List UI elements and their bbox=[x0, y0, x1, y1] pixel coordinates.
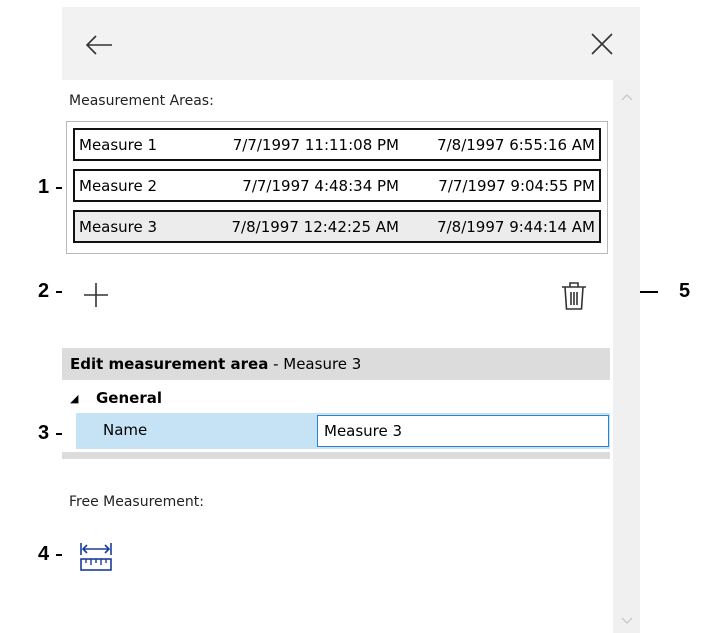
edit-section-subtitle: - Measure 3 bbox=[268, 355, 362, 373]
ruler-measure-icon bbox=[80, 543, 112, 571]
area-name: Measure 1 bbox=[79, 135, 158, 154]
measurement-areas-list: Measure 1 7/7/1997 11:11:08 PM 7/8/1997 … bbox=[66, 121, 608, 254]
callout-1: 1 bbox=[38, 176, 50, 198]
vertical-scrollbar[interactable] bbox=[613, 80, 640, 633]
panel-header bbox=[62, 7, 640, 80]
area-start-time: 7/8/1997 12:42:25 AM bbox=[231, 217, 399, 236]
plus-icon bbox=[84, 283, 108, 307]
callout-5: 5 bbox=[679, 280, 691, 302]
callout-3: 3 bbox=[38, 422, 50, 444]
area-end-time: 7/8/1997 9:44:14 AM bbox=[437, 217, 595, 236]
name-field[interactable] bbox=[317, 415, 609, 447]
arrow-left-icon bbox=[85, 35, 112, 55]
list-item[interactable]: Measure 1 7/7/1997 11:11:08 PM 7/8/1997 … bbox=[73, 128, 601, 161]
area-start-time: 7/7/1997 4:48:34 PM bbox=[242, 176, 399, 195]
list-item-selected[interactable]: Measure 3 7/8/1997 12:42:25 AM 7/8/1997 … bbox=[73, 210, 601, 243]
scroll-down-icon[interactable] bbox=[620, 616, 634, 626]
free-measurement-button[interactable] bbox=[78, 540, 114, 574]
category-label: General bbox=[96, 389, 162, 407]
property-row-name[interactable]: Name bbox=[76, 413, 610, 449]
close-icon bbox=[591, 33, 613, 55]
callout-2: 2 bbox=[38, 280, 50, 302]
category-general[interactable]: ◢ General bbox=[62, 384, 610, 412]
collapse-triangle-icon[interactable]: ◢ bbox=[70, 392, 82, 405]
delete-area-button[interactable] bbox=[557, 279, 591, 313]
back-button[interactable] bbox=[84, 33, 114, 57]
measurement-panel: Measurement Areas: Measure 1 7/7/1997 11… bbox=[62, 7, 640, 633]
area-end-time: 7/8/1997 6:55:16 AM bbox=[437, 135, 595, 154]
area-start-time: 7/7/1997 11:11:08 PM bbox=[232, 135, 399, 154]
add-area-button[interactable] bbox=[80, 279, 112, 311]
edit-section-header: Edit measurement area - Measure 3 bbox=[62, 348, 610, 380]
trash-icon bbox=[562, 282, 586, 310]
close-button[interactable] bbox=[589, 31, 615, 57]
callout-4: 4 bbox=[38, 543, 50, 565]
area-end-time: 7/7/1997 9:04:55 PM bbox=[438, 176, 595, 195]
property-grid-bottom bbox=[62, 452, 610, 459]
property-label: Name bbox=[103, 421, 148, 439]
area-name: Measure 3 bbox=[79, 217, 158, 236]
free-measurement-label: Free Measurement: bbox=[69, 494, 204, 510]
list-item[interactable]: Measure 2 7/7/1997 4:48:34 PM 7/7/1997 9… bbox=[73, 169, 601, 202]
measurement-areas-label: Measurement Areas: bbox=[69, 93, 214, 109]
edit-section-title: Edit measurement area bbox=[70, 355, 269, 373]
area-name: Measure 2 bbox=[79, 176, 158, 195]
scroll-up-icon[interactable] bbox=[620, 92, 634, 102]
